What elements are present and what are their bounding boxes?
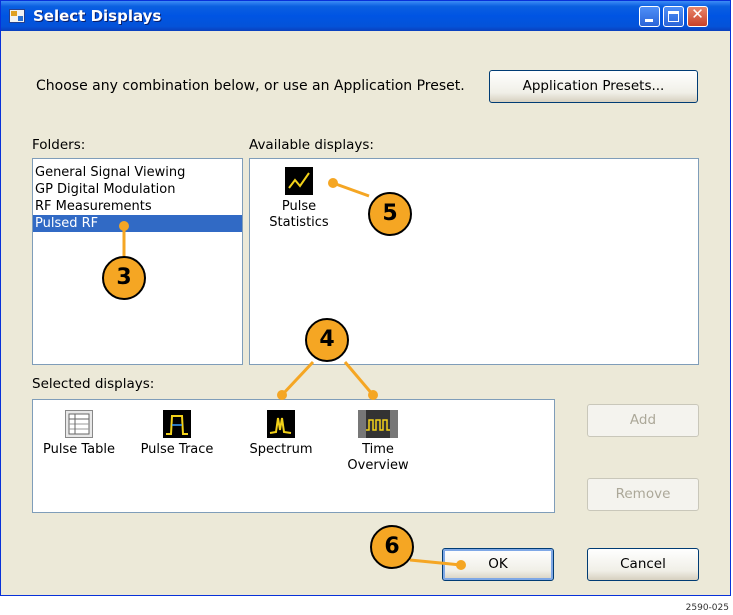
callout-pointer [119,221,129,231]
callout-6: 6 [370,525,414,569]
callout-pointer [456,560,466,570]
callout-3: 3 [102,256,146,300]
callout-pointer [328,178,338,188]
callout-4: 4 [305,318,349,362]
callout-pointer [368,390,378,400]
callout-5: 5 [368,192,412,236]
callout-leaders [122,181,462,567]
figure-number: 2590-025 [685,603,729,613]
callout-pointer [277,390,287,400]
